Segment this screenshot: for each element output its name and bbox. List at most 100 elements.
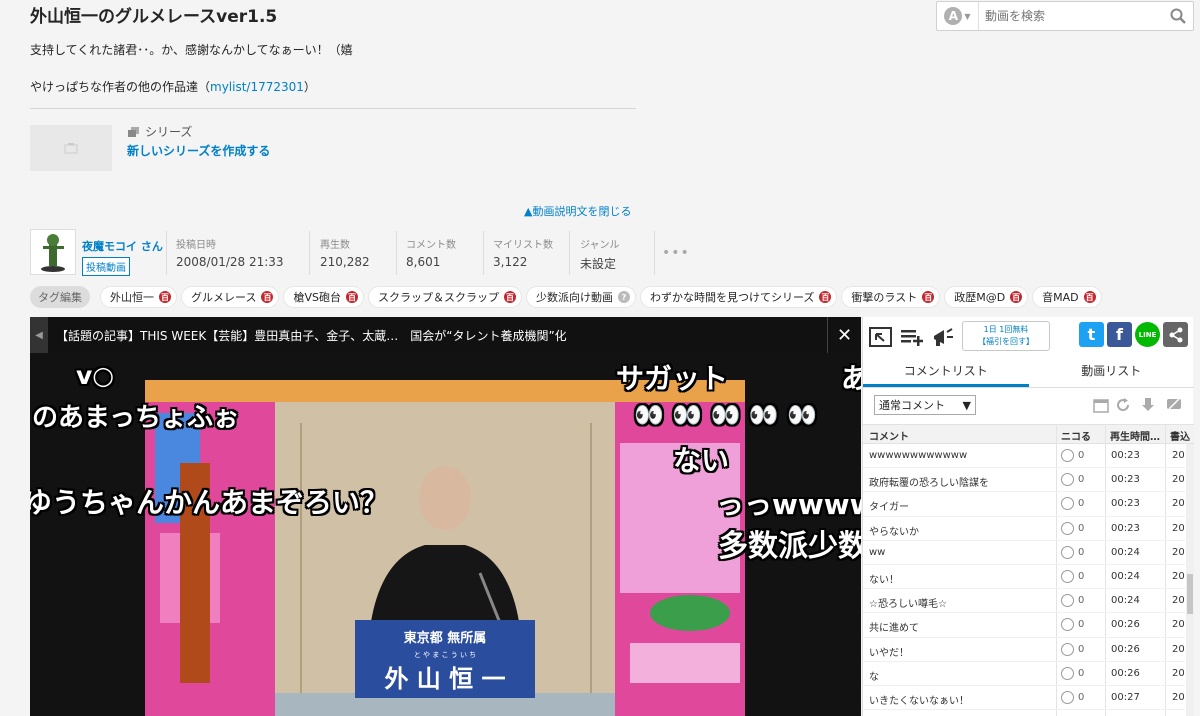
comment-row[interactable]: な 0 00:26 20	[863, 662, 1185, 686]
ad-megaphone-icon[interactable]	[930, 324, 956, 350]
close-description-link[interactable]: ▲動画説明文を閉じる	[524, 203, 631, 219]
scrollbar-thumb[interactable]	[1187, 574, 1193, 614]
tag-label: 音MAD	[1042, 291, 1079, 304]
col-time[interactable]: 再生時間…	[1110, 428, 1160, 443]
add-mylist-icon[interactable]	[899, 324, 925, 350]
tab-video-list[interactable]: 動画リスト	[1029, 357, 1195, 387]
dictionary-icon[interactable]: 百	[159, 291, 171, 303]
jump-icon[interactable]	[868, 324, 894, 350]
stat-genre: ジャンル 未設定	[580, 236, 620, 272]
tag-item[interactable]: スクラップ＆スクラップ百	[367, 286, 522, 308]
comment-text: いやだ！	[869, 647, 909, 659]
lottery-button[interactable]: 1日 1回無料 【福引を回す】	[962, 321, 1050, 351]
nicoru-icon[interactable]	[1061, 449, 1074, 462]
tag-edit-button[interactable]: タグ編集	[30, 286, 90, 308]
comment-row[interactable]: 共に進めて 0 00:26 20	[863, 613, 1185, 638]
comment-written: 20	[1172, 546, 1185, 558]
tag-label: 槍VS砲台	[293, 291, 341, 304]
dictionary-icon[interactable]: 百	[1010, 291, 1023, 303]
nicoru-icon[interactable]	[1061, 618, 1074, 632]
comment-row[interactable]: wwwwwwwwwwww 0 00:23 20	[863, 444, 1185, 469]
description-prefix: やけっぱちな作者の他の作品達（	[30, 80, 211, 94]
nicoru-icon[interactable]	[1061, 642, 1074, 656]
share-icon[interactable]	[1163, 322, 1188, 347]
nicoru-icon[interactable]	[1061, 545, 1074, 559]
tag-item[interactable]: 音MAD 百	[1032, 286, 1102, 308]
line-share-icon[interactable]: LINE	[1135, 322, 1160, 347]
dictionary-icon[interactable]: 百	[345, 291, 358, 303]
search-box: A ▼	[936, 1, 1194, 31]
create-series-link[interactable]: 新しいシリーズを作成する	[127, 142, 270, 159]
tag-item[interactable]: 槍VS砲台百	[283, 286, 364, 308]
uploader-name[interactable]: 夜魔モコイ さん	[82, 238, 163, 254]
comment-row[interactable]: いやだ！ 0 00:26 20	[863, 638, 1185, 662]
ticker-prev-button[interactable]: ◀	[30, 317, 48, 353]
comment-row[interactable]: ww 0 00:24 20	[863, 541, 1185, 565]
dictionary-icon[interactable]: 百	[1083, 291, 1096, 303]
tag-list: タグ編集 外山恒一百 グルメレース百 槍VS砲台百 スクラップ＆スクラップ百 少…	[30, 286, 1102, 308]
description-line-1: 支持してくれた諸君･･。か、感謝なんかしてなぁーい！（嬉	[30, 43, 353, 57]
scroll-down-icon[interactable]	[1140, 397, 1156, 413]
dictionary-missing-icon[interactable]: ?	[617, 291, 630, 303]
nicoru-icon[interactable]	[1061, 666, 1074, 680]
comment-off-icon[interactable]	[1166, 397, 1182, 413]
nicoru-icon[interactable]	[1061, 497, 1074, 511]
twitter-share-icon[interactable]: t	[1079, 322, 1104, 347]
comment-time: 00:24	[1111, 570, 1140, 582]
comment-row[interactable]: ない！ 0 00:24 20	[863, 565, 1185, 590]
tag-label: 衝撃のラスト	[851, 291, 918, 304]
col-written[interactable]: 書込	[1170, 428, 1190, 443]
comment-row[interactable]: 政府転覆の恐ろしい陰謀を 0 00:23 20	[863, 468, 1185, 493]
dictionary-icon[interactable]: 百	[922, 291, 935, 303]
uploaded-videos-badge[interactable]: 投稿動画	[82, 257, 130, 276]
tag-item[interactable]: 外山恒一百	[100, 286, 177, 308]
comment-text: 政府転覆の恐ろしい陰謀を	[869, 478, 989, 490]
comment-row[interactable]: いきたくないなぁい！ 0 00:27 20	[863, 686, 1185, 711]
dictionary-icon[interactable]: 百	[819, 291, 832, 303]
col-nicoru[interactable]: ニコる	[1061, 428, 1091, 443]
dictionary-icon[interactable]: 百	[261, 291, 274, 303]
stat-label: マイリスト数	[493, 240, 553, 251]
video-frame[interactable]: 東京都 無所属 と や ま こ う い ち 外 山 恒 一 v○ のあまっちょふ…	[30, 353, 861, 716]
tag-item[interactable]: わずかな時間を見つけてシリーズ百	[639, 286, 838, 308]
nicoru-icon[interactable]	[1061, 594, 1074, 608]
comment-row[interactable]: ☆恐ろしい噂毛☆ 0 00:24 20	[863, 589, 1185, 614]
tab-comment-list[interactable]: コメントリスト	[863, 357, 1029, 387]
comment-scrollbar[interactable]	[1186, 444, 1194, 716]
nicoru-count: 0	[1078, 667, 1085, 679]
overlay-comment: っっwwwww	[716, 488, 861, 521]
nicoru-icon[interactable]	[1061, 473, 1074, 487]
nicoru-icon[interactable]	[1061, 690, 1074, 704]
tag-item[interactable]: 政歴M@D 百	[944, 286, 1029, 308]
search-type-selector[interactable]: A ▼	[937, 2, 979, 30]
nicoru-count: 0	[1078, 643, 1085, 655]
tag-item[interactable]: 衝撃のラスト百	[841, 286, 941, 308]
avatar[interactable]	[30, 229, 76, 275]
calendar-icon[interactable]	[1093, 397, 1109, 413]
name-sign-affiliation: 東京都 無所属	[404, 630, 487, 646]
comment-written: 20	[1172, 619, 1185, 631]
tag-item[interactable]: グルメレース百	[181, 286, 280, 308]
comment-text: な	[869, 671, 879, 683]
search-icon[interactable]	[1169, 7, 1187, 25]
comment-time: 00:26	[1111, 667, 1140, 679]
comment-row[interactable]: タイガー 0 00:23 20	[863, 492, 1185, 517]
more-button[interactable]: •••	[662, 245, 690, 261]
comment-type-select[interactable]: 通常コメント ▼	[874, 395, 976, 415]
lottery-line-1: 1日 1回無料	[983, 325, 1029, 334]
col-comment[interactable]: コメント	[869, 428, 909, 443]
nicoru-icon[interactable]	[1061, 569, 1074, 583]
news-ticker: ◀ 【話題の記事】THIS WEEK【芸能】豊田真由子、金子、太蔵… 国会が“タ…	[30, 317, 861, 353]
news-ticker-text[interactable]: 【話題の記事】THIS WEEK【芸能】豊田真由子、金子、太蔵… 国会が“タレン…	[56, 327, 567, 344]
video-player[interactable]: ◀ 【話題の記事】THIS WEEK【芸能】豊田真由子、金子、太蔵… 国会が“タ…	[30, 317, 861, 716]
stat-value: 2008/01/28 21:33	[176, 255, 284, 269]
reload-icon[interactable]	[1115, 397, 1131, 413]
dictionary-icon[interactable]: 百	[503, 291, 516, 303]
tag-item[interactable]: 少数派向け動画?	[525, 286, 636, 308]
facebook-share-icon[interactable]: f	[1107, 322, 1132, 347]
nicoru-icon[interactable]	[1061, 521, 1074, 535]
mylist-link[interactable]: mylist/1772301	[210, 80, 304, 94]
close-ticker-button[interactable]: ✕	[827, 317, 861, 353]
comment-row[interactable]: やらないか 0 00:23 20	[863, 517, 1185, 541]
search-input[interactable]	[985, 6, 1165, 26]
